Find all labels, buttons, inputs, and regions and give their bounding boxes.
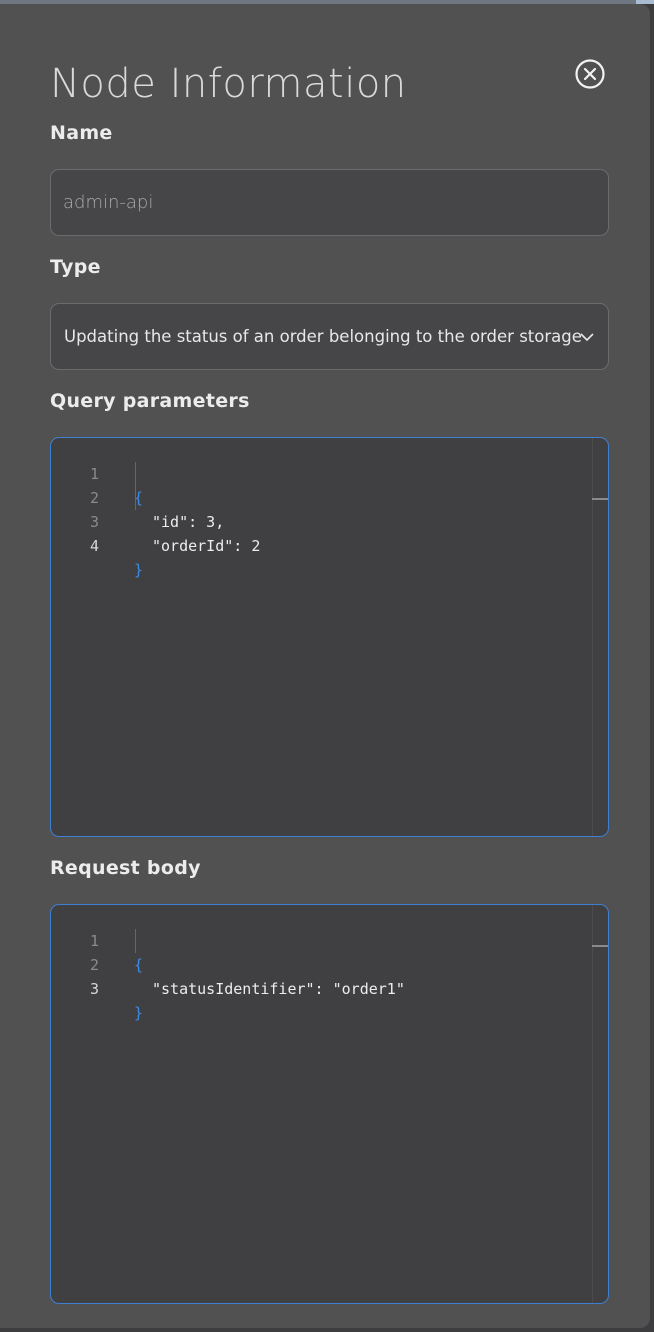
code-text: "orderId": 2	[152, 537, 261, 555]
name-label: Name	[50, 122, 113, 144]
code-line: 1 {	[51, 905, 591, 974]
type-select[interactable]: Updating the status of an order belongin…	[50, 303, 609, 370]
scrollbar-marker	[592, 498, 608, 500]
name-field[interactable]	[50, 169, 609, 236]
request-body-editor[interactable]: 1 { 2 "statusIdentifier": "order1" 3 }	[50, 904, 609, 1304]
close-button[interactable]	[574, 58, 606, 90]
code-line: 2 "id": 3,	[51, 462, 591, 531]
close-circle-icon	[575, 59, 605, 89]
query-parameters-label: Query parameters	[50, 390, 250, 412]
line-number: 3	[89, 980, 99, 998]
code-line: 3 "orderId": 2	[51, 486, 591, 555]
code-text: }	[134, 1004, 144, 1022]
code-line: 2 "statusIdentifier": "order1"	[51, 929, 591, 998]
type-select-value: Updating the status of an order belongin…	[64, 327, 584, 346]
scrollbar-marker	[592, 945, 608, 947]
code-text: "statusIdentifier": "order1"	[152, 980, 405, 998]
code-text: }	[134, 561, 144, 579]
code-line: 4 }	[51, 510, 591, 579]
node-information-panel: Node Information Name Type Updating the …	[0, 4, 650, 1328]
chevron-down-icon	[580, 333, 594, 342]
code-line: 3 }	[51, 953, 591, 1022]
line-number: 4	[89, 537, 99, 555]
code-line: 1 {	[51, 438, 591, 507]
request-body-label: Request body	[50, 857, 201, 879]
editor-scrollbar[interactable]	[592, 905, 608, 1303]
editor-scrollbar[interactable]	[592, 438, 608, 836]
name-input[interactable]	[63, 170, 593, 235]
panel-title: Node Information	[50, 61, 407, 107]
type-label: Type	[50, 256, 101, 278]
query-parameters-editor[interactable]: 1 { 2 "id": 3, 3 "orderId": 2 4 }	[50, 437, 609, 837]
